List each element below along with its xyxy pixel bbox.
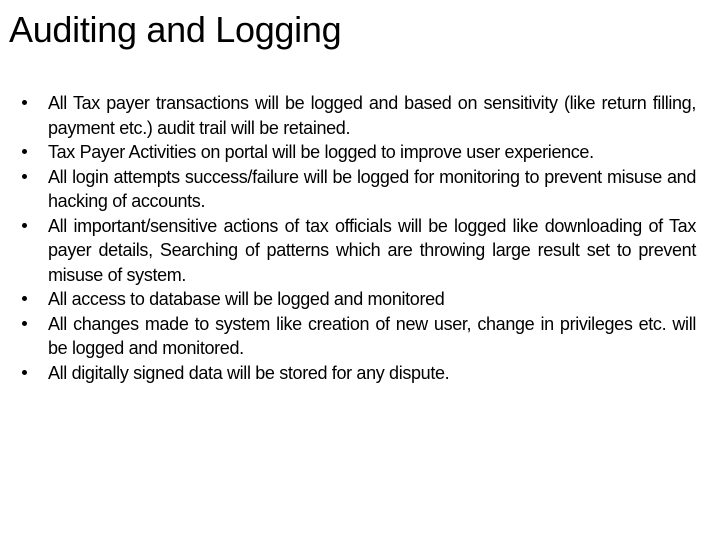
bullet-item: Tax Payer Activities on portal will be l… xyxy=(22,140,696,165)
bullet-text: All Tax payer transactions will be logge… xyxy=(48,93,696,138)
bullet-dot-icon xyxy=(22,91,36,116)
bullet-item: All important/sensitive actions of tax o… xyxy=(22,214,696,288)
bullet-text: Tax Payer Activities on portal will be l… xyxy=(48,142,594,162)
bullet-item: All login attempts success/failure will … xyxy=(22,165,696,214)
bullet-dot-icon xyxy=(22,165,36,190)
slide: Auditing and Logging All Tax payer trans… xyxy=(0,0,720,540)
bullet-item: All digitally signed data will be stored… xyxy=(22,361,696,386)
bullet-text: All important/sensitive actions of tax o… xyxy=(48,215,696,285)
bullet-item: All access to database will be logged an… xyxy=(22,287,696,312)
bullet-item: All Tax payer transactions will be logge… xyxy=(22,91,696,140)
bullet-dot-icon xyxy=(22,312,36,337)
bullet-text: All login attempts success/failure will … xyxy=(48,166,696,212)
bullet-item: All changes made to system like creation… xyxy=(22,312,696,361)
bullet-text: All digitally signed data will be stored… xyxy=(48,362,450,383)
bullet-dot-icon xyxy=(22,214,36,239)
bullet-text: All changes made to system like creation… xyxy=(48,313,696,359)
bullet-list: All Tax payer transactions will be logge… xyxy=(22,91,696,385)
slide-title: Auditing and Logging xyxy=(9,9,342,50)
bullet-dot-icon xyxy=(22,287,36,312)
bullet-text: All access to database will be logged an… xyxy=(48,289,445,309)
bullet-dot-icon xyxy=(22,361,36,386)
bullet-dot-icon xyxy=(22,140,36,165)
